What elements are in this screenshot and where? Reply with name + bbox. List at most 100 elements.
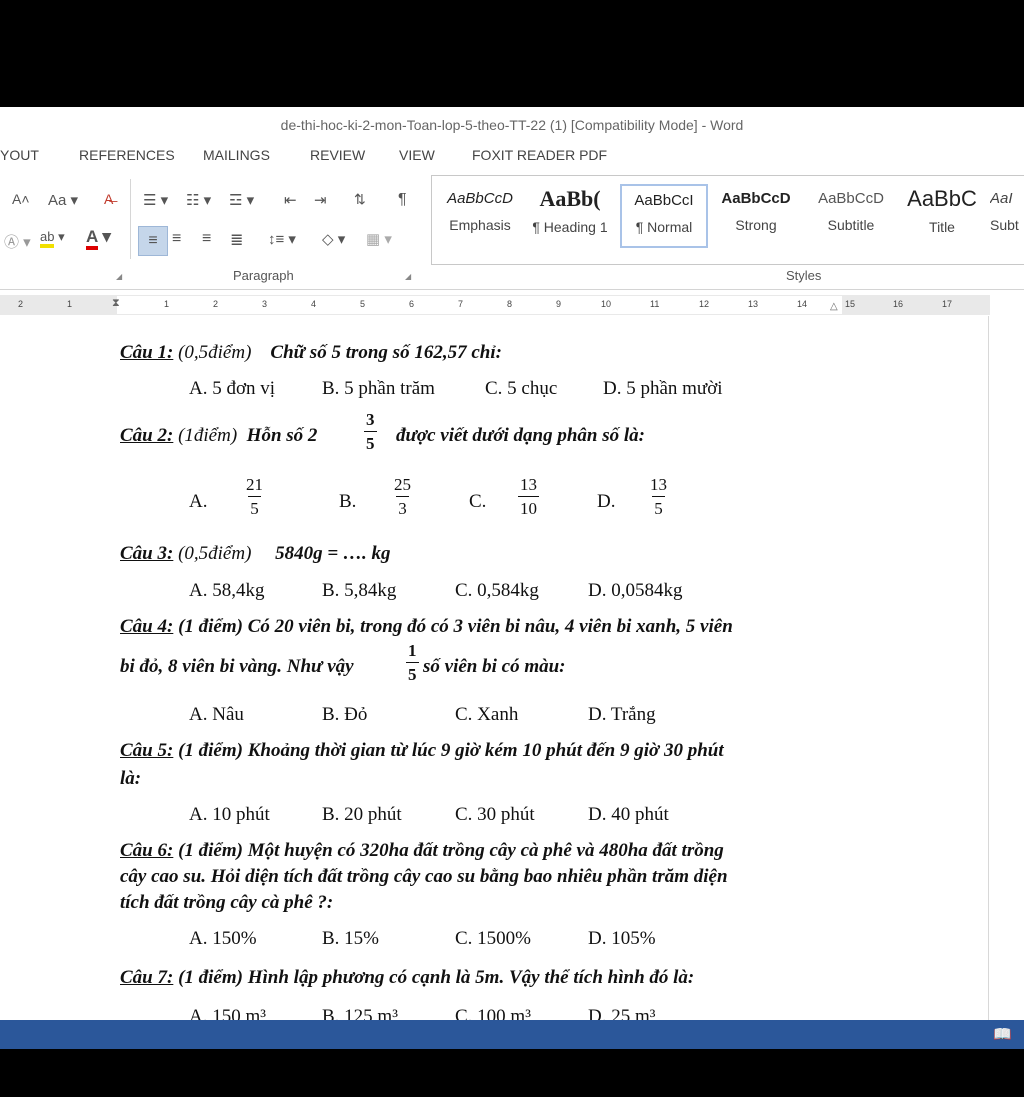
question-number: Câu 3: [120,543,174,564]
style-preview: AaBbCcD [721,190,791,207]
ruler-tick: 5 [360,299,366,309]
tab-view[interactable]: VIEW [399,147,435,163]
show-formatting-marks-icon[interactable]: ¶ [398,191,407,209]
ruler-tick: 1 [67,299,73,309]
right-indent-marker-icon[interactable]: △ [830,301,838,312]
style-name: Title [929,219,955,235]
borders-icon[interactable]: ▦ ▾ [366,230,392,248]
question-text: Chữ số 5 trong số 162,57 chỉ: [270,342,502,363]
question-7: Câu 7: (1 điểm) Hình lập phương có cạnh … [120,967,694,989]
question-text-cont: được viết dưới dạng phân số là: [396,425,645,446]
answer-option: D. 0,0584kg [588,580,683,601]
question-points: (0,5điểm) [173,543,252,564]
paragraph-dialog-launcher-icon[interactable]: ◢ [405,272,411,281]
horizontal-ruler[interactable]: 2 1 ⧗ 1 2 3 4 5 6 7 8 9 10 11 12 13 14 △… [0,295,990,315]
answer-option: C. 100 m³ [455,1006,531,1020]
question-6-line-2: cây cao su. Hỏi diện tích đất trồng cây … [120,866,728,887]
question-4: Câu 4: (1 điểm) Có 20 viên bi, trong đó … [120,616,733,638]
style-subtle[interactable]: AaI Subt [990,184,1024,248]
question-number: Câu 4: [120,616,174,637]
ribbon-tabs: YOUT REFERENCES MAILINGS REVIEW VIEW FOX… [0,143,1024,169]
change-case-button[interactable]: Aa ▾ [48,191,78,209]
answer-option: D. 25 m³ [588,1006,656,1020]
question-text: (1 điểm) Khoảng thời gian từ lúc 9 giờ k… [173,740,724,761]
tab-references[interactable]: REFERENCES [79,147,175,163]
answer-option: A. 150% [189,928,257,949]
denominator: 5 [652,496,665,517]
question-4-line-2: bi đỏ, 8 viên bi vàng. Như vậy [120,656,354,677]
line-spacing-icon[interactable]: ↕≡ ▾ [268,230,296,248]
decrease-indent-icon[interactable]: ⇤ [284,191,297,209]
question-5-line-2: là: [120,768,142,789]
text-effects-icon[interactable]: Ⓐ ▾ [4,231,31,252]
ruler-tick: 6 [409,299,415,309]
question-4-line-2-cont: số viên bi có màu: [423,656,566,677]
ruler-tick: 7 [458,299,464,309]
increase-indent-icon[interactable]: ⇥ [314,191,327,209]
style-preview: AaBbCcI [634,192,694,209]
tab-review[interactable]: REVIEW [310,147,365,163]
answer-option: C. Xanh [455,704,519,725]
document-area[interactable]: Câu 1: (0,5điểm) Chữ số 5 trong số 162,5… [0,316,1024,1020]
align-left-icon[interactable]: ≡ [138,226,168,256]
tab-foxit-reader-pdf[interactable]: FOXIT READER PDF [472,147,607,163]
styles-gallery: AaBbCcD Emphasis AaBb( ¶ Heading 1 AaBbC… [431,175,1024,265]
numerator: 3 [366,410,375,429]
style-subtitle[interactable]: AaBbCcD Subtitle [807,184,895,248]
style-title[interactable]: AaBbC Title [898,184,986,248]
ruler-tick: 4 [311,299,317,309]
sort-icon[interactable]: ⇅ [354,191,366,208]
align-right-icon[interactable]: ≡ [202,230,211,248]
indent-marker-icon[interactable]: ⧗ [112,297,120,310]
question-points: (0,5điểm) [173,342,252,363]
style-emphasis[interactable]: AaBbCcD Emphasis [436,184,524,248]
vertical-scrollbar[interactable] [988,316,1024,1020]
change-case-label: Aa [48,192,67,209]
ruler-tick: 3 [262,299,268,309]
style-heading-1[interactable]: AaBb( ¶ Heading 1 [526,184,614,248]
status-bar: 📖 [0,1020,1024,1049]
answer-label: A. [189,491,208,512]
answer-option: C. 0,584kg [455,580,539,601]
grow-font-icon[interactable]: A˄ [12,191,30,207]
question-3: Câu 3: (0,5điểm) 5840g = …. kg [120,543,391,565]
style-name: Emphasis [449,217,511,233]
question-text: (1 điểm) Có 20 viên bi, trong đó có 3 vi… [173,616,733,637]
denominator: 5 [364,431,377,452]
numbering-icon[interactable]: ☷ ▾ [186,191,211,209]
document-page[interactable]: Câu 1: (0,5điểm) Chữ số 5 trong số 162,5… [0,316,988,1020]
ruler-tick: 13 [748,299,759,309]
ruler-tick: 16 [893,299,904,309]
highlight-color-icon[interactable]: ab ▾ [40,229,65,248]
word-window: de-thi-hoc-ki-2-mon-Toan-lop-5-theo-TT-2… [0,107,1024,1049]
denominator: 5 [248,496,261,517]
question-number: Câu 1: [120,342,174,363]
numerator: 13 [650,475,667,494]
group-separator [130,179,131,259]
numerator: 13 [520,475,537,494]
question-6: Câu 6: (1 điểm) Một huyện có 320ha đất t… [120,840,724,862]
ruler-tick: 10 [601,299,612,309]
justify-icon[interactable]: ≣ [230,230,243,250]
bullets-icon[interactable]: ☰ ▾ [143,191,168,209]
tab-layout[interactable]: YOUT [0,147,39,163]
font-dialog-launcher-icon[interactable]: ◢ [116,272,122,281]
align-center-icon[interactable]: ≡ [172,230,181,248]
tab-mailings[interactable]: MAILINGS [203,147,270,163]
style-preview: AaBbCcD [818,190,884,207]
multilevel-list-icon[interactable]: ☲ ▾ [229,191,254,209]
read-mode-icon[interactable]: 📖 [993,1025,1012,1043]
style-normal[interactable]: AaBbCcI ¶ Normal [620,184,708,248]
answer-option: C. 1500% [455,928,531,949]
clear-formatting-icon[interactable]: A̶ [104,191,113,207]
fraction: 13 10 [518,476,539,517]
shading-icon[interactable]: ◇ ▾ [322,230,345,248]
font-color-icon[interactable]: A ▾ [86,227,111,250]
fraction: 15 [406,642,419,683]
answer-option: C. 30 phút [455,804,535,825]
answer-option: C. 5 chục [485,378,558,399]
style-name: ¶ Normal [635,219,693,235]
style-name: Subt [990,217,1019,233]
question-points: (1điểm) [173,425,238,446]
style-strong[interactable]: AaBbCcD Strong [712,184,800,248]
